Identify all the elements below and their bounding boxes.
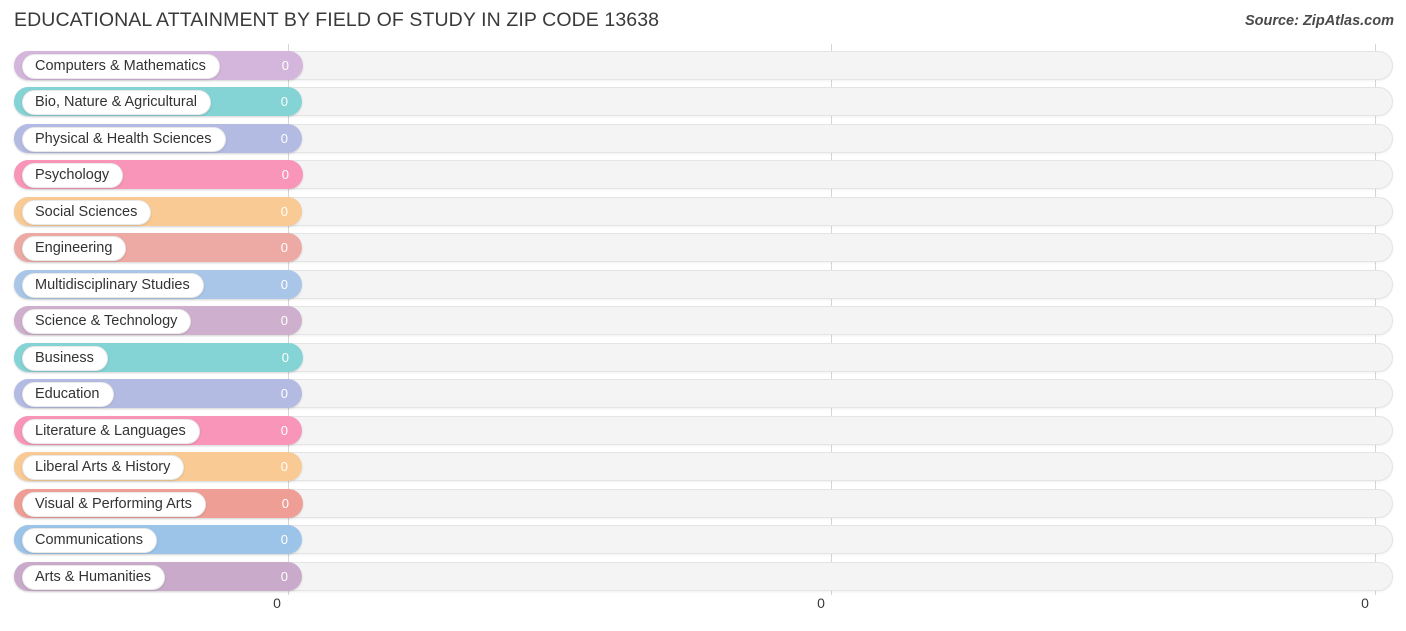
bar-row[interactable]: Bio, Nature & Agricultural 0 [0, 83, 1406, 120]
bar-row[interactable]: Liberal Arts & History 0 [0, 448, 1406, 485]
bar-category-label: Communications [22, 528, 157, 553]
bar-category-label: Computers & Mathematics [22, 53, 220, 79]
bar-value-label: 0 [280, 422, 288, 438]
bar-row[interactable]: Psychology 0 [0, 156, 1406, 193]
bar-category-label: Bio, Nature & Agricultural [22, 90, 211, 115]
bar-row[interactable]: Computers & Mathematics 0 [0, 47, 1406, 84]
bar-row[interactable]: Social Sciences 0 [0, 193, 1406, 230]
bar-rows: Computers & Mathematics 0 Bio, Nature & Ag… [0, 44, 1406, 595]
bar-value-label: 0 [281, 349, 289, 365]
bar-category-label: Business [22, 345, 108, 371]
bar-category-label: Engineering [22, 236, 127, 261]
bar-category-label: Literature & Languages [22, 418, 200, 444]
bar-value-label: 0 [280, 313, 288, 328]
bar-category-label: Education [22, 382, 114, 407]
bar-category-label: Arts & Humanities [22, 564, 166, 590]
bar-category-label: Psychology [22, 163, 124, 188]
bar-category-label: Visual & Performing Arts [22, 491, 206, 517]
bar-value-label: 0 [281, 167, 289, 182]
x-axis: 0 0 0 [0, 595, 1406, 631]
bar-row[interactable]: Arts & Humanities 0 [0, 558, 1406, 595]
bar-value-label: 0 [280, 130, 288, 146]
bar-value-label: 0 [280, 276, 288, 292]
bar-value-label: 0 [280, 240, 288, 255]
x-axis-tick: 0 [817, 595, 825, 611]
bar-row[interactable]: Physical & Health Sciences 0 [0, 120, 1406, 157]
bar-category-label: Multidisciplinary Studies [22, 272, 204, 298]
bar-row[interactable]: Multidisciplinary Studies 0 [0, 266, 1406, 303]
bar-value-label: 0 [281, 57, 289, 73]
bar-value-label: 0 [280, 568, 288, 584]
bar-value-label: 0 [280, 532, 288, 547]
chart-plot-area: Computers & Mathematics 0 Bio, Nature & Ag… [0, 44, 1406, 595]
x-axis-tick: 0 [1361, 595, 1369, 611]
page-title: EDUCATIONAL ATTAINMENT BY FIELD OF STUDY… [14, 9, 660, 31]
bar-row[interactable]: Education 0 [0, 375, 1406, 412]
bar-category-label: Liberal Arts & History [22, 455, 185, 480]
bar-value-label: 0 [280, 94, 288, 109]
chart-header: EDUCATIONAL ATTAINMENT BY FIELD OF STUDY… [0, 0, 1406, 42]
bar-row[interactable]: Business 0 [0, 339, 1406, 376]
bar-category-label: Physical & Health Sciences [22, 126, 226, 152]
x-axis-tick: 0 [273, 595, 281, 611]
bar-category-label: Social Sciences [22, 199, 152, 225]
bar-row[interactable]: Communications 0 [0, 521, 1406, 558]
bar-category-label: Science & Technology [22, 309, 192, 334]
bar-value-label: 0 [281, 495, 289, 511]
bar-row[interactable]: Literature & Languages 0 [0, 412, 1406, 449]
bar-value-label: 0 [280, 459, 288, 474]
bar-row[interactable]: Visual & Performing Arts 0 [0, 485, 1406, 522]
source-attribution: Source: ZipAtlas.com [1244, 13, 1394, 29]
bar-value-label: 0 [280, 386, 288, 401]
bar-value-label: 0 [280, 203, 288, 219]
bar-row[interactable]: Science & Technology 0 [0, 302, 1406, 339]
bar-row[interactable]: Engineering 0 [0, 229, 1406, 266]
